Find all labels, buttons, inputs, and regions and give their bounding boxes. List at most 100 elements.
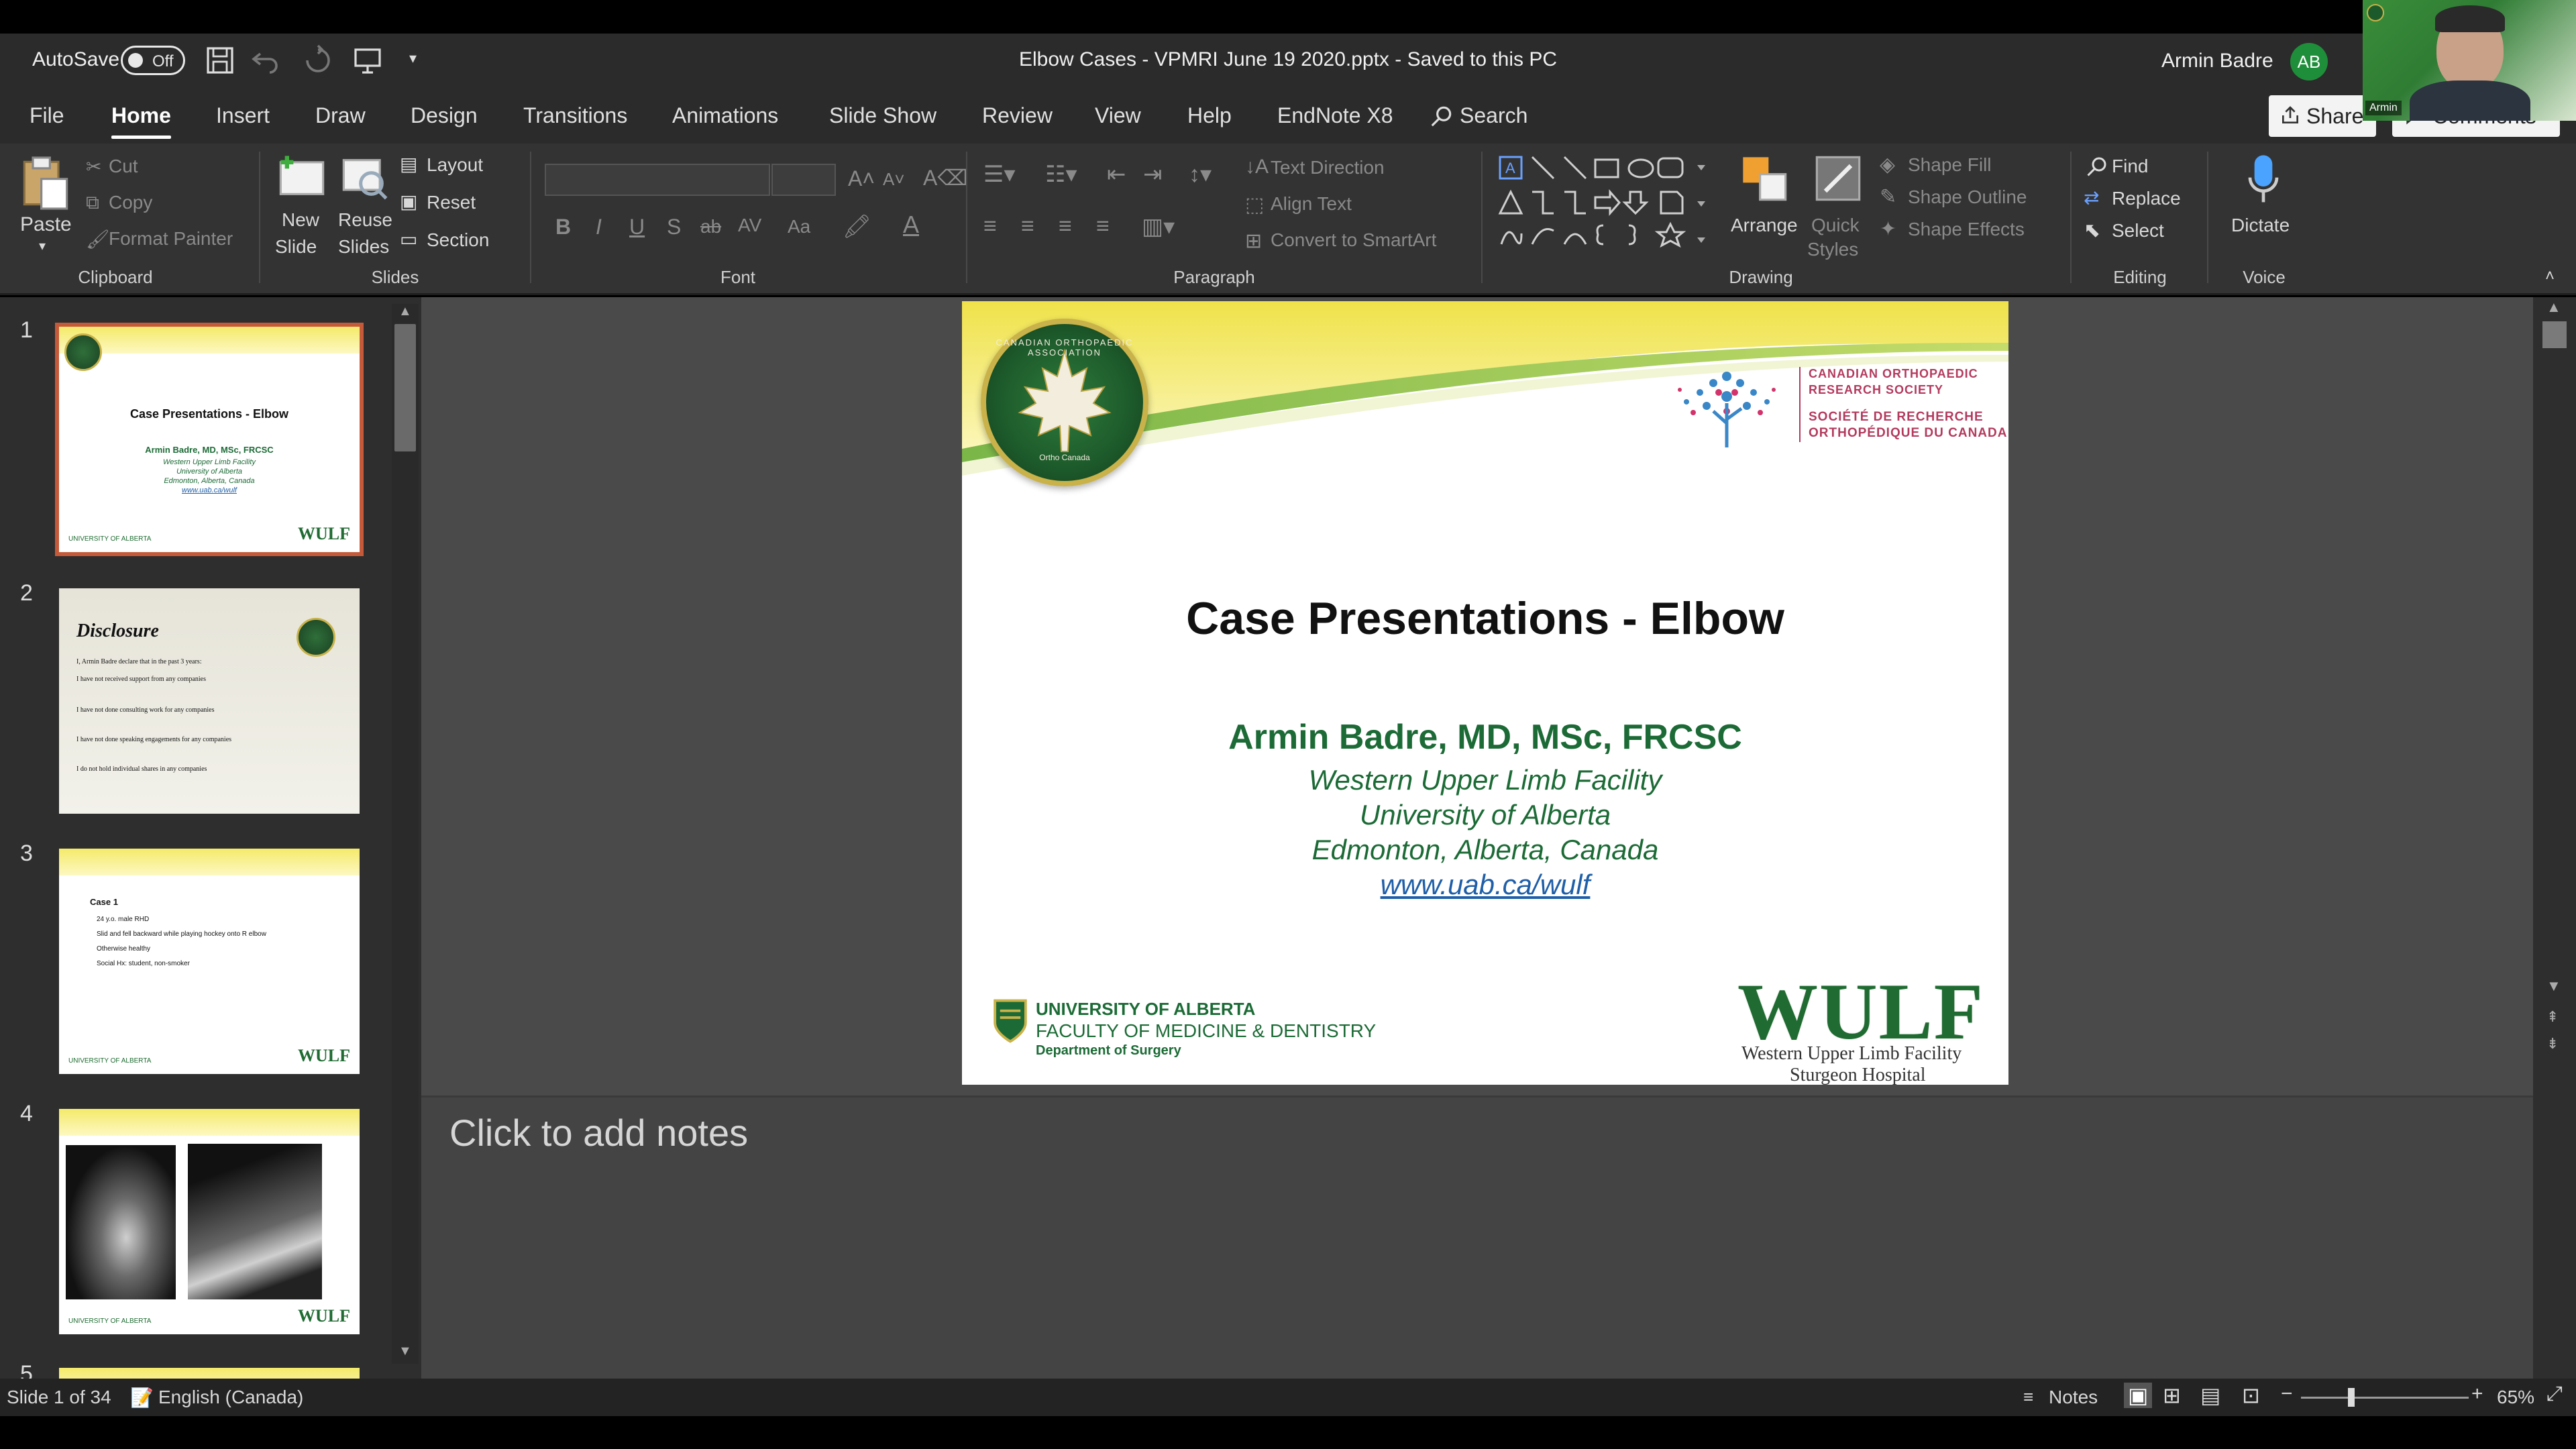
scroll-down-icon[interactable]: ▼ xyxy=(2546,977,2561,995)
align-left-icon[interactable]: ≡ xyxy=(983,213,997,239)
font-name-select[interactable] xyxy=(545,164,770,196)
italic-button[interactable]: I xyxy=(596,215,602,239)
convert-smartart-button[interactable]: Convert to SmartArt xyxy=(1271,229,1436,251)
line-spacing-icon[interactable]: ↕▾ xyxy=(1189,161,1212,188)
tab-endnote[interactable]: EndNote X8 xyxy=(1277,103,1393,128)
avatar[interactable]: AB xyxy=(2290,43,2328,80)
slide-thumbnail-pane[interactable]: 1 Case Presentations - Elbow Armin Badre… xyxy=(0,297,421,1379)
copy-button[interactable]: Copy xyxy=(109,192,152,213)
increase-indent-icon[interactable]: ⇥ xyxy=(1143,161,1163,188)
arrange-button[interactable]: Arrange xyxy=(1727,150,1805,264)
share-button[interactable]: Share xyxy=(2269,95,2376,137)
section-button[interactable]: Section xyxy=(427,229,489,251)
collapse-ribbon-icon[interactable]: ˄ xyxy=(2545,267,2555,286)
search-icon[interactable] xyxy=(1429,103,1454,129)
align-center-icon[interactable]: ≡ xyxy=(1021,213,1034,239)
text-direction-button[interactable]: Text Direction xyxy=(1271,157,1385,178)
quick-styles-button[interactable]: Quick Styles xyxy=(1805,150,1872,264)
normal-view-icon[interactable]: ▣ xyxy=(2124,1383,2153,1408)
language-indicator[interactable]: English (Canada) xyxy=(158,1387,303,1408)
tab-view[interactable]: View xyxy=(1095,103,1141,128)
slide-author[interactable]: Armin Badre, MD, MSc, FRCSC xyxy=(962,717,2008,757)
strikethrough-button[interactable]: ab xyxy=(700,216,721,237)
font-size-select[interactable] xyxy=(771,164,836,196)
zoom-slider-thumb[interactable] xyxy=(2348,1388,2355,1407)
slide-affiliation[interactable]: Edmonton, Alberta, Canada xyxy=(962,834,2008,866)
notes-toggle-button[interactable]: Notes xyxy=(2049,1387,2098,1408)
new-slide-button[interactable]: New Slide xyxy=(272,149,333,263)
decrease-indent-icon[interactable]: ⇤ xyxy=(1107,161,1126,188)
tab-file[interactable]: File xyxy=(30,103,64,128)
shadow-button[interactable]: S xyxy=(667,215,681,239)
tab-transitions[interactable]: Transitions xyxy=(523,103,627,128)
tab-insert[interactable]: Insert xyxy=(216,103,270,128)
scroll-thumb[interactable] xyxy=(2542,321,2567,348)
slide-thumbnail-1[interactable]: Case Presentations - Elbow Armin Badre, … xyxy=(55,323,364,556)
align-right-icon[interactable]: ≡ xyxy=(1059,213,1072,239)
paste-button[interactable]: Paste ▾ xyxy=(13,149,76,263)
shape-effects-button[interactable]: Shape Effects xyxy=(1908,219,2025,240)
font-color-icon[interactable]: A xyxy=(903,211,919,239)
bold-button[interactable]: B xyxy=(555,215,571,239)
format-painter-button[interactable]: Format Painter xyxy=(109,228,233,250)
shapes-gallery[interactable]: A xyxy=(1495,150,1716,255)
cut-button[interactable]: Cut xyxy=(109,156,138,177)
shape-fill-button[interactable]: Shape Fill xyxy=(1908,154,1992,176)
highlight-icon[interactable]: 🖍 xyxy=(843,213,871,240)
scroll-thumb[interactable] xyxy=(394,324,416,451)
slide-link[interactable]: www.uab.ca/wulf xyxy=(962,869,2008,901)
reuse-slides-button[interactable]: Reuse Slides xyxy=(335,149,396,263)
bullets-icon[interactable]: ☰▾ xyxy=(983,161,1016,188)
tab-draw[interactable]: Draw xyxy=(315,103,366,128)
underline-button[interactable]: U xyxy=(629,215,645,239)
replace-button[interactable]: Replace xyxy=(2112,188,2181,209)
slide-affiliation[interactable]: Western Upper Limb Facility xyxy=(962,764,2008,796)
align-text-button[interactable]: Align Text xyxy=(1271,193,1352,215)
columns-icon[interactable]: ▥▾ xyxy=(1142,213,1175,240)
find-button[interactable]: Find xyxy=(2112,156,2148,177)
zoom-slider-track[interactable] xyxy=(2301,1397,2469,1399)
slide-thumbnail-4[interactable]: UNIVERSITY OF ALBERTA WULF xyxy=(59,1109,360,1334)
tab-home[interactable]: Home xyxy=(111,103,171,139)
char-spacing-button[interactable]: AV xyxy=(738,215,761,236)
justify-icon[interactable]: ≡ xyxy=(1096,213,1110,239)
tab-review[interactable]: Review xyxy=(982,103,1053,128)
clear-format-icon[interactable]: A⌫ xyxy=(923,165,968,191)
search-box[interactable]: Search xyxy=(1460,103,1527,128)
slide-thumbnail-2[interactable]: Disclosure I, Armin Badre declare that i… xyxy=(59,588,360,814)
slide-thumbnail-5[interactable] xyxy=(59,1368,360,1379)
notes-pane[interactable]: Click to add notes xyxy=(421,1095,2533,1379)
slide-editor[interactable]: CANADIAN ORTHOPAEDIC ASSOCIATION Ortho C… xyxy=(421,297,2533,1095)
slide-title[interactable]: Case Presentations - Elbow xyxy=(962,592,2008,645)
scroll-up-icon[interactable]: ▲ xyxy=(2546,299,2561,316)
slide-thumbnail-3[interactable]: Case 1 24 y.o. male RHD Slid and fell ba… xyxy=(59,849,360,1074)
slideshow-view-icon[interactable]: ⊡ xyxy=(2242,1383,2260,1408)
tab-animations[interactable]: Animations xyxy=(672,103,778,128)
next-slide-icon[interactable]: ⇟ xyxy=(2546,1035,2559,1053)
zoom-level[interactable]: 65% xyxy=(2497,1387,2534,1408)
change-case-button[interactable]: Aa xyxy=(788,216,810,237)
slide-affiliation[interactable]: University of Alberta xyxy=(962,799,2008,831)
spell-check-icon[interactable]: 📝 xyxy=(130,1387,154,1409)
zoom-in-icon[interactable]: + xyxy=(2471,1383,2483,1405)
tab-design[interactable]: Design xyxy=(411,103,478,128)
tab-slide-show[interactable]: Slide Show xyxy=(829,103,936,128)
fit-slide-icon[interactable]: ⤢ xyxy=(2546,1383,2563,1405)
reset-button[interactable]: Reset xyxy=(427,192,476,213)
slide-sorter-icon[interactable]: ⊞ xyxy=(2163,1383,2181,1408)
decrease-font-icon[interactable]: A˅ xyxy=(883,169,905,190)
tab-help[interactable]: Help xyxy=(1187,103,1232,128)
user-name[interactable]: Armin Badre xyxy=(2161,50,2273,72)
zoom-out-icon[interactable]: − xyxy=(2281,1383,2293,1405)
thumbnail-scrollbar[interactable]: ▲ ▼ xyxy=(392,304,419,1364)
reading-view-icon[interactable]: ▤ xyxy=(2200,1383,2220,1408)
editor-scrollbar[interactable]: ▲ ▼ ⇞ ⇟ xyxy=(2533,297,2576,1379)
previous-slide-icon[interactable]: ⇞ xyxy=(2546,1008,2559,1026)
select-button[interactable]: Select xyxy=(2112,220,2164,241)
scroll-up-icon[interactable]: ▲ xyxy=(398,304,412,319)
scroll-down-icon[interactable]: ▼ xyxy=(398,1344,412,1359)
notes-placeholder[interactable]: Click to add notes xyxy=(449,1111,748,1155)
numbering-icon[interactable]: ☷▾ xyxy=(1045,161,1077,188)
website-link[interactable]: www.uab.ca/wulf xyxy=(1381,869,1591,900)
dictate-button[interactable]: Dictate xyxy=(2220,150,2308,264)
